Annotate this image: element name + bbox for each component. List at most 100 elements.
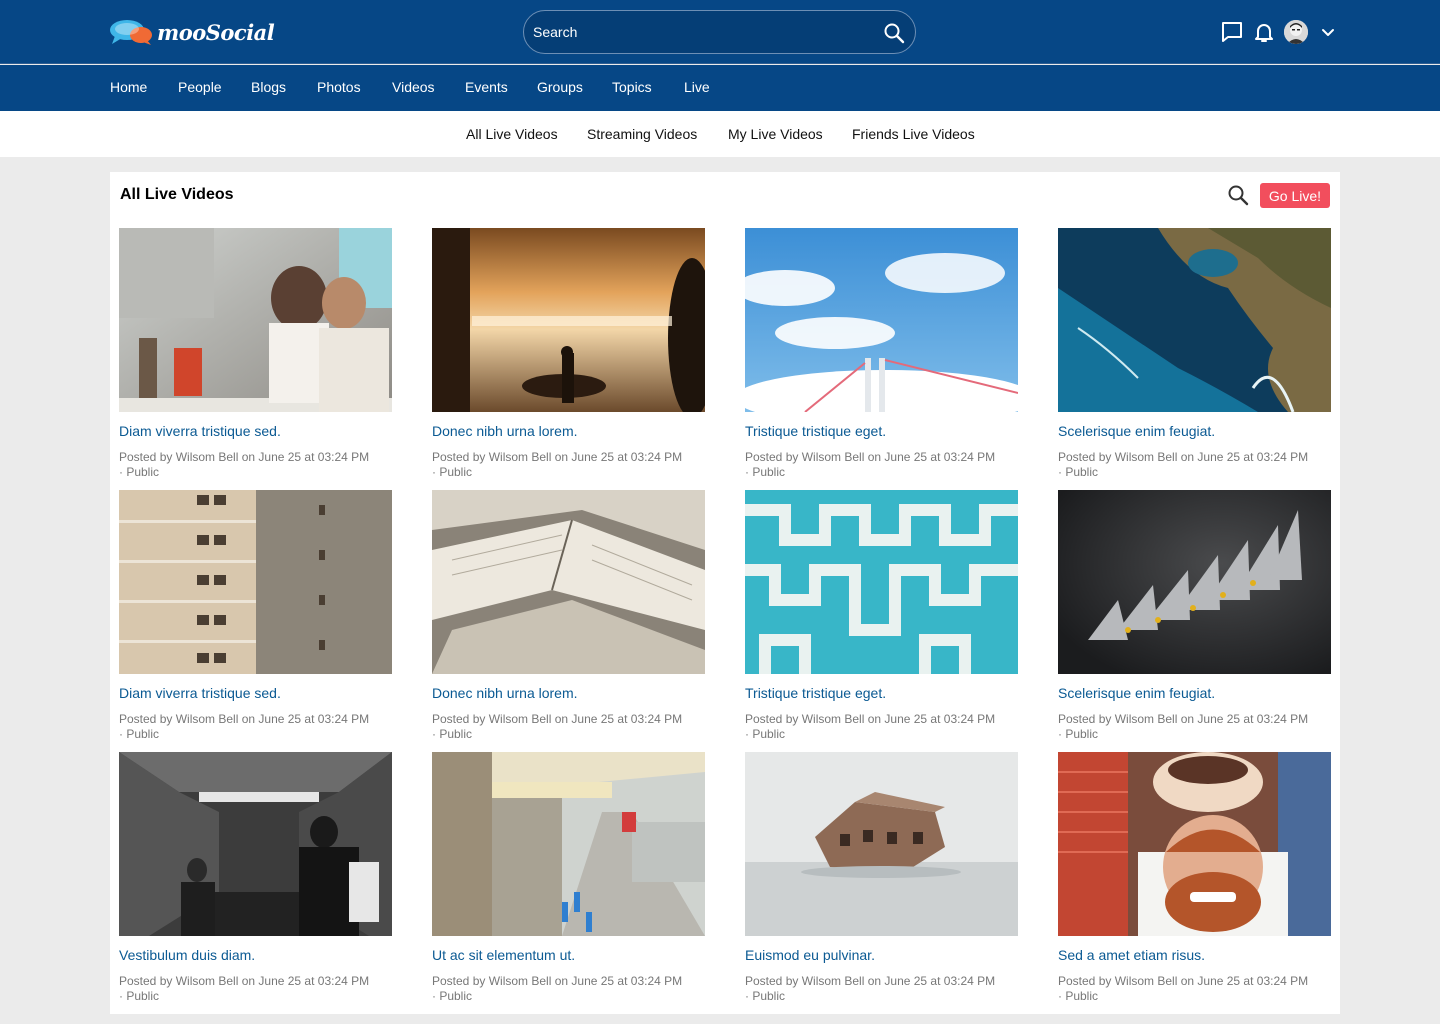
video-thumbnail[interactable] (432, 490, 705, 674)
nav-groups[interactable]: Groups (537, 79, 583, 95)
nav-people[interactable]: People (178, 79, 222, 95)
privacy-label: · Public (1058, 727, 1099, 741)
posted-by: Posted by Wilsom Bell on June 25 at 03:2… (432, 974, 683, 988)
posted-by: Posted by Wilsom Bell on June 25 at 03:2… (745, 974, 996, 988)
video-meta: Posted by Wilsom Bell on June 25 at 03:2… (119, 450, 392, 480)
search-icon[interactable] (1227, 184, 1249, 206)
chevron-down-icon[interactable] (1316, 20, 1340, 44)
video-thumbnail[interactable] (745, 228, 1018, 412)
top-bar: mooSocial (0, 0, 1440, 64)
nav-photos[interactable]: Photos (317, 79, 361, 95)
video-meta: Posted by Wilsom Bell on June 25 at 03:2… (432, 974, 705, 1004)
video-title[interactable]: Tristique tristique eget. (745, 685, 1018, 701)
search-icon[interactable] (883, 22, 905, 44)
nav-videos[interactable]: Videos (392, 79, 435, 95)
posted-by: Posted by Wilsom Bell on June 25 at 03:2… (119, 974, 370, 988)
video-thumbnail[interactable] (745, 752, 1018, 936)
posted-by: Posted by Wilsom Bell on June 25 at 03:2… (745, 450, 996, 464)
site-logo[interactable]: mooSocial (109, 18, 275, 46)
video-meta: Posted by Wilsom Bell on June 25 at 03:2… (745, 450, 1018, 480)
video-title[interactable]: Sed a amet etiam risus. (1058, 947, 1331, 963)
video-meta: Posted by Wilsom Bell on June 25 at 03:2… (745, 974, 1018, 1004)
video-title[interactable]: Scelerisque enim feugiat. (1058, 423, 1331, 439)
privacy-label: · Public (1058, 989, 1099, 1003)
live-videos-panel: All Live Videos Go Live! Diam viverra tr… (110, 172, 1340, 1014)
live-sub-nav: All Live Videos Streaming Videos My Live… (0, 111, 1440, 157)
video-meta: Posted by Wilsom Bell on June 25 at 03:2… (119, 974, 392, 1004)
video-title[interactable]: Donec nibh urna lorem. (432, 685, 705, 701)
privacy-label: · Public (432, 989, 473, 1003)
chat-bubble-icon[interactable] (1220, 20, 1244, 44)
privacy-label: · Public (119, 727, 160, 741)
privacy-label: · Public (119, 465, 160, 479)
posted-by: Posted by Wilsom Bell on June 25 at 03:2… (1058, 712, 1309, 726)
posted-by: Posted by Wilsom Bell on June 25 at 03:2… (119, 712, 370, 726)
video-meta: Posted by Wilsom Bell on June 25 at 03:2… (432, 712, 705, 742)
video-thumbnail[interactable] (1058, 228, 1331, 412)
video-meta: Posted by Wilsom Bell on June 25 at 03:2… (432, 450, 705, 480)
video-card: Vestibulum duis diam. Posted by Wilsom B… (119, 752, 392, 1004)
video-card: Euismod eu pulvinar. Posted by Wilsom Be… (745, 752, 1018, 1004)
posted-by: Posted by Wilsom Bell on June 25 at 03:2… (432, 450, 683, 464)
logo-text: mooSocial (157, 19, 275, 45)
search-input[interactable] (533, 11, 873, 53)
video-title[interactable]: Scelerisque enim feugiat. (1058, 685, 1331, 701)
video-card: Scelerisque enim feugiat. Posted by Wils… (1058, 228, 1331, 480)
video-card: Tristique tristique eget. Posted by Wils… (745, 490, 1018, 742)
avatar[interactable] (1284, 20, 1308, 44)
privacy-label: · Public (432, 727, 473, 741)
video-thumbnail[interactable] (1058, 490, 1331, 674)
logo-icon (110, 20, 152, 45)
global-search (523, 10, 916, 54)
nav-home[interactable]: Home (110, 79, 147, 95)
video-title[interactable]: Diam viverra tristique sed. (119, 423, 392, 439)
go-live-button[interactable]: Go Live! (1260, 183, 1330, 208)
posted-by: Posted by Wilsom Bell on June 25 at 03:2… (119, 450, 370, 464)
tab-my-live-videos[interactable]: My Live Videos (728, 126, 823, 142)
bell-icon[interactable] (1252, 20, 1276, 44)
posted-by: Posted by Wilsom Bell on June 25 at 03:2… (745, 712, 996, 726)
posted-by: Posted by Wilsom Bell on June 25 at 03:2… (1058, 450, 1309, 464)
nav-live[interactable]: Live (684, 79, 710, 95)
video-title[interactable]: Vestibulum duis diam. (119, 947, 392, 963)
video-card: Diam viverra tristique sed. Posted by Wi… (119, 228, 392, 480)
nav-topics[interactable]: Topics (612, 79, 652, 95)
video-card: Donec nibh urna lorem. Posted by Wilsom … (432, 228, 705, 480)
video-card: Ut ac sit elementum ut. Posted by Wilsom… (432, 752, 705, 1004)
tab-friends-live-videos[interactable]: Friends Live Videos (852, 126, 975, 142)
tab-all-live-videos[interactable]: All Live Videos (466, 126, 558, 142)
video-card: Donec nibh urna lorem. Posted by Wilsom … (432, 490, 705, 742)
video-meta: Posted by Wilsom Bell on June 25 at 03:2… (1058, 712, 1331, 742)
video-thumbnail[interactable] (1058, 752, 1331, 936)
tab-streaming-videos[interactable]: Streaming Videos (587, 126, 697, 142)
video-thumbnail[interactable] (119, 752, 392, 936)
video-meta: Posted by Wilsom Bell on June 25 at 03:2… (119, 712, 392, 742)
page-title: All Live Videos (120, 186, 234, 203)
video-card: Diam viverra tristique sed. Posted by Wi… (119, 490, 392, 742)
video-meta: Posted by Wilsom Bell on June 25 at 03:2… (1058, 974, 1331, 1004)
main-nav: Home People Blogs Photos Videos Events G… (0, 65, 1440, 111)
posted-by: Posted by Wilsom Bell on June 25 at 03:2… (1058, 974, 1309, 988)
video-title[interactable]: Diam viverra tristique sed. (119, 685, 392, 701)
privacy-label: · Public (432, 465, 473, 479)
video-meta: Posted by Wilsom Bell on June 25 at 03:2… (1058, 450, 1331, 480)
video-title[interactable]: Donec nibh urna lorem. (432, 423, 705, 439)
nav-events[interactable]: Events (465, 79, 508, 95)
video-title[interactable]: Euismod eu pulvinar. (745, 947, 1018, 963)
video-meta: Posted by Wilsom Bell on June 25 at 03:2… (745, 712, 1018, 742)
video-thumbnail[interactable] (745, 490, 1018, 674)
privacy-label: · Public (745, 989, 786, 1003)
posted-by: Posted by Wilsom Bell on June 25 at 03:2… (432, 712, 683, 726)
video-card: Scelerisque enim feugiat. Posted by Wils… (1058, 490, 1331, 742)
privacy-label: · Public (1058, 465, 1099, 479)
video-thumbnail[interactable] (119, 490, 392, 674)
video-card: Tristique tristique eget. Posted by Wils… (745, 228, 1018, 480)
nav-blogs[interactable]: Blogs (251, 79, 286, 95)
privacy-label: · Public (745, 465, 786, 479)
privacy-label: · Public (119, 989, 160, 1003)
video-thumbnail[interactable] (432, 228, 705, 412)
video-title[interactable]: Ut ac sit elementum ut. (432, 947, 705, 963)
video-title[interactable]: Tristique tristique eget. (745, 423, 1018, 439)
video-thumbnail[interactable] (119, 228, 392, 412)
video-thumbnail[interactable] (432, 752, 705, 936)
